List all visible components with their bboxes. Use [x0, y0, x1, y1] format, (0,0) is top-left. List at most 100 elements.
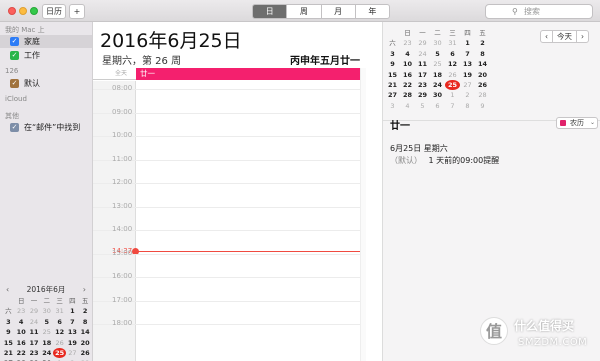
checkbox-icon[interactable]: ✓ — [10, 79, 19, 88]
date-cell[interactable]: 7 — [460, 49, 475, 59]
today-date-cell[interactable]: 25 — [445, 79, 460, 91]
date-cell[interactable]: 13 — [460, 59, 475, 69]
date-cell[interactable]: 18 — [40, 338, 53, 348]
date-cell[interactable]: 21 — [2, 348, 15, 358]
date-cell[interactable]: 9 — [2, 327, 15, 337]
next-button[interactable]: › — [577, 31, 588, 42]
date-cell[interactable]: 30 — [430, 38, 445, 48]
tab-week[interactable]: 周 — [287, 5, 322, 18]
date-cell[interactable]: 24 — [40, 348, 53, 358]
scrollbar[interactable] — [360, 68, 366, 361]
date-cell[interactable]: 20 — [475, 70, 490, 80]
date-cell[interactable]: 6 — [53, 317, 66, 327]
date-cell[interactable]: 7 — [66, 317, 79, 327]
date-cell[interactable]: 16 — [15, 338, 28, 348]
date-cell[interactable]: 26 — [475, 80, 490, 90]
today-button[interactable]: 今天 — [553, 31, 577, 42]
timeline[interactable]: 14:37 08:00 09:00 10:00 11:00 12:00 13:00 14:0… — [93, 81, 383, 361]
date-cell[interactable]: 4 — [400, 49, 415, 59]
checkbox-icon[interactable]: ✓ — [10, 51, 19, 60]
date-cell[interactable]: 17 — [28, 338, 41, 348]
date-cell[interactable]: 1 — [460, 38, 475, 48]
date-cell[interactable]: 27 — [385, 90, 400, 100]
date-cell[interactable]: 6 — [445, 49, 460, 59]
date-cell[interactable]: 30 — [430, 90, 445, 100]
date-cell[interactable]: 31 — [445, 38, 460, 48]
date-cell[interactable]: 15 — [385, 70, 400, 80]
date-cell[interactable]: 14 — [475, 59, 490, 69]
date-cell[interactable]: 1 — [66, 306, 79, 316]
date-cell[interactable]: 3 — [2, 317, 15, 327]
date-cell[interactable]: 5 — [430, 49, 445, 59]
week-number: 25 — [42, 328, 51, 337]
date-cell[interactable]: 2 — [460, 90, 475, 100]
date-cell[interactable]: 3 — [385, 101, 400, 111]
close-window-button[interactable] — [8, 7, 16, 15]
prev-button[interactable]: ‹ — [541, 31, 553, 42]
date-cell[interactable]: 18 — [430, 70, 445, 80]
date-cell[interactable]: 21 — [385, 80, 400, 90]
date-cell[interactable]: 23 — [415, 80, 430, 90]
add-event-button[interactable]: + — [69, 4, 85, 19]
date-cell[interactable]: 20 — [79, 338, 92, 348]
date-cell[interactable]: 5 — [40, 317, 53, 327]
date-cell[interactable]: 2 — [79, 306, 92, 316]
date-cell[interactable]: 26 — [79, 348, 92, 358]
date-cell[interactable]: 16 — [400, 70, 415, 80]
date-cell[interactable]: 10 — [15, 327, 28, 337]
date-cell[interactable]: 28 — [400, 90, 415, 100]
next-month-icon[interactable]: › — [83, 284, 86, 296]
date-cell[interactable]: 9 — [475, 101, 490, 111]
checkbox-icon[interactable]: ✓ — [10, 37, 19, 46]
date-cell[interactable]: 4 — [15, 317, 28, 327]
sidebar-item-default[interactable]: ✓ 默认 — [0, 77, 92, 90]
date-cell[interactable]: 1 — [445, 90, 460, 100]
date-cell[interactable]: 3 — [385, 49, 400, 59]
checkbox-icon[interactable]: ✓ — [10, 123, 19, 132]
search-input[interactable]: ⚲ 搜索 — [485, 4, 593, 19]
date-cell[interactable]: 29 — [415, 38, 430, 48]
date-cell[interactable]: 10 — [400, 59, 415, 69]
date-cell[interactable]: 29 — [415, 90, 430, 100]
week-number: 25 — [433, 60, 442, 69]
date-cell[interactable]: 11 — [415, 59, 430, 69]
sidebar-item-family[interactable]: ✓ 家庭 — [0, 35, 92, 48]
calendar-select[interactable]: 农历 ⌄ — [556, 117, 598, 129]
date-cell[interactable]: 31 — [53, 306, 66, 316]
date-cell[interactable]: 8 — [475, 49, 490, 59]
date-cell[interactable]: 5 — [415, 101, 430, 111]
date-cell[interactable]: 19 — [66, 338, 79, 348]
date-cell[interactable]: 12 — [445, 59, 460, 69]
date-cell[interactable]: 13 — [66, 327, 79, 337]
tab-day[interactable]: 日 — [253, 5, 288, 18]
date-cell[interactable]: 4 — [400, 101, 415, 111]
date-cell[interactable]: 7 — [445, 101, 460, 111]
date-cell[interactable]: 24 — [430, 80, 445, 90]
date-cell[interactable]: 30 — [40, 306, 53, 316]
minimize-window-button[interactable] — [19, 7, 27, 15]
date-cell[interactable]: 29 — [28, 306, 41, 316]
today-date-cell[interactable]: 25 — [53, 347, 66, 359]
tab-month[interactable]: 月 — [322, 5, 356, 18]
date-cell[interactable]: 11 — [28, 327, 41, 337]
all-day-event[interactable]: 廿一 — [136, 68, 361, 80]
date-cell[interactable]: 12 — [53, 327, 66, 337]
zoom-window-button[interactable] — [30, 7, 38, 15]
date-cell[interactable]: 22 — [15, 348, 28, 358]
date-cell[interactable]: 19 — [460, 70, 475, 80]
date-cell[interactable]: 17 — [415, 70, 430, 80]
date-cell[interactable]: 9 — [385, 59, 400, 69]
date-cell[interactable]: 8 — [460, 101, 475, 111]
date-cell[interactable]: 15 — [2, 338, 15, 348]
date-cell[interactable]: 8 — [79, 317, 92, 327]
date-cell[interactable]: 23 — [28, 348, 41, 358]
date-cell[interactable]: 14 — [79, 327, 92, 337]
calendars-button[interactable]: 日历 — [42, 4, 66, 19]
date-cell[interactable]: 2 — [475, 38, 490, 48]
sidebar-item-found-in-mail[interactable]: ✓ 在“邮件”中找到 — [0, 121, 92, 134]
tab-year[interactable]: 年 — [356, 5, 389, 18]
sidebar-item-work[interactable]: ✓ 工作 — [0, 49, 92, 62]
date-cell[interactable]: 6 — [430, 101, 445, 111]
prev-month-icon[interactable]: ‹ — [6, 284, 9, 296]
date-cell[interactable]: 22 — [400, 80, 415, 90]
